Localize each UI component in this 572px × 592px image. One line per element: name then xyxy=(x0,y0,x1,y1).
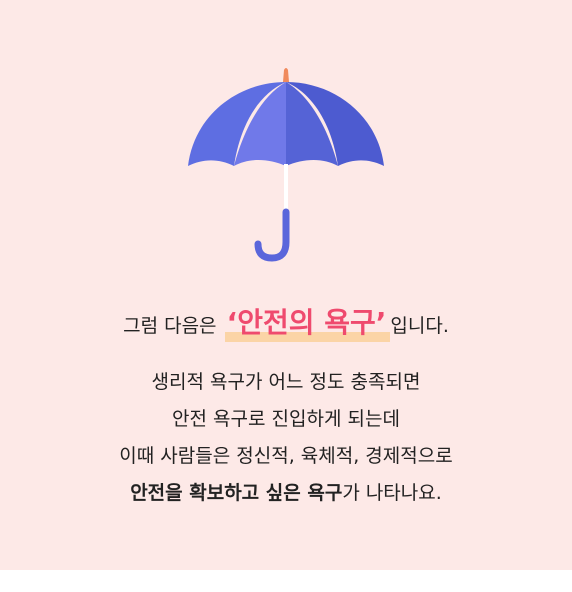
headline-suffix: 입니다. xyxy=(390,315,449,337)
content-card: 그럼 다음은 ‘안전의 욕구’ 입니다. 생리적 욕구가 어느 정도 충족되면 안… xyxy=(0,0,572,570)
bottom-strip xyxy=(0,570,572,592)
body-line-4-rest: 가 나타나요. xyxy=(342,482,442,504)
body-line-3: 이때 사람들은 정신적, 육체적, 경제적으로 xyxy=(119,445,453,467)
headline-prefix: 그럼 다음은 xyxy=(123,315,223,337)
umbrella-icon xyxy=(188,68,384,262)
headline: 그럼 다음은 ‘안전의 욕구’ 입니다. xyxy=(0,298,572,351)
body-line-4-bold: 안전을 확보하고 싶은 욕구 xyxy=(130,482,343,504)
body-line-4: 안전을 확보하고 싶은 욕구가 나타나요. xyxy=(0,475,572,512)
body-line-2: 안전 욕구로 진입하게 되는데 xyxy=(172,408,400,430)
headline-highlight-wrap: ‘안전의 욕구’ xyxy=(223,298,391,351)
body-text: 생리적 욕구가 어느 정도 충족되면 안전 욕구로 진입하게 되는데 이때 사람… xyxy=(0,364,572,512)
headline-highlight: ‘안전의 욕구’ xyxy=(223,298,391,348)
body-line-1: 생리적 욕구가 어느 정도 충족되면 xyxy=(151,371,421,393)
